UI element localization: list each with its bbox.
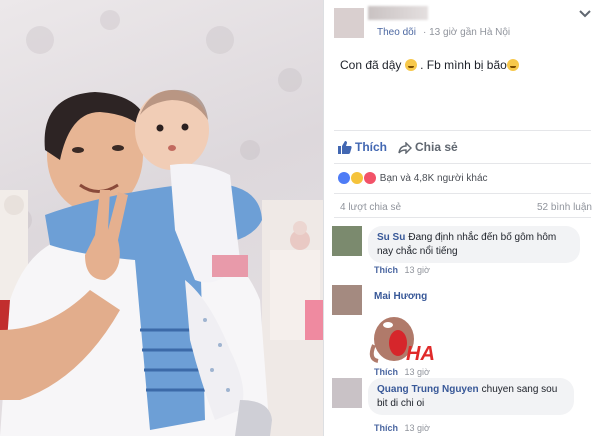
haha-reaction-icon <box>351 172 363 184</box>
share-button[interactable]: Chia sẻ <box>398 140 458 155</box>
comment-time[interactable]: 13 giờ <box>405 265 430 275</box>
reactions-text: Bạn và 4,8K người khác <box>379 173 488 184</box>
laughing-emoji-icon <box>404 59 417 71</box>
thumbs-up-icon <box>338 141 352 154</box>
comment-actions: Thích 13 giờ <box>374 265 430 275</box>
reactions-summary[interactable]: Bạn và 4,8K người khác <box>338 172 488 184</box>
sticker-text: HA <box>406 343 435 365</box>
divider <box>334 130 591 131</box>
love-reaction-icon <box>364 172 376 184</box>
shares-count[interactable]: 4 lượt chia sẻ <box>340 202 401 213</box>
divider <box>334 217 591 218</box>
comment-bubble: Su Su Đang định nhắc đến bố gôm hôm nay c… <box>368 226 580 263</box>
share-arrow-icon <box>398 141 412 155</box>
comments-count[interactable]: 52 bình luận <box>537 202 592 213</box>
comment-item: Quang Trung Nguyen chuyen sang sou bit di… <box>332 378 594 436</box>
photo-illustration <box>0 10 323 436</box>
comment-time[interactable]: 13 giờ <box>405 367 430 377</box>
commenter-avatar[interactable] <box>332 285 362 315</box>
post-text-suffix: . Fb mình bị bão <box>420 58 507 72</box>
commenter-avatar[interactable] <box>332 226 362 256</box>
post-text-main: Con đã dậy <box>340 58 402 72</box>
comment-bubble: Quang Trung Nguyen chuyen sang sou bit di… <box>368 378 574 415</box>
comment-like-link[interactable]: Thích <box>374 367 398 377</box>
comment-item: Mai Hương HA Thích 13 giờ <box>332 285 594 381</box>
commenter-name[interactable]: Su Su <box>377 232 405 243</box>
author-avatar[interactable] <box>334 8 364 38</box>
divider <box>334 193 591 194</box>
comment-like-link[interactable]: Thích <box>374 423 398 433</box>
share-label: Chia sẻ <box>415 140 458 154</box>
sticker-image[interactable]: HA <box>368 309 440 371</box>
commenter-avatar[interactable] <box>332 378 362 408</box>
divider <box>334 163 591 164</box>
post-timestamp-location[interactable]: · 13 giờ gần Hà Nội <box>423 27 510 38</box>
post-header: Theo dõi · 13 giờ gần Hà Nội <box>324 0 600 48</box>
chevron-down-icon[interactable] <box>579 10 591 20</box>
commenter-name[interactable]: Mai Hương <box>374 291 427 302</box>
author-name-redacted[interactable] <box>368 6 428 20</box>
post-photo[interactable] <box>0 0 323 436</box>
comment-item: Su Su Đang định nhắc đến bố gôm hôm nay c… <box>332 226 594 278</box>
post-panel: Theo dõi · 13 giờ gần Hà Nội Con đã dậy … <box>323 0 600 436</box>
like-label: Thích <box>355 140 387 154</box>
comment-like-link[interactable]: Thích <box>374 265 398 275</box>
post-body: Con đã dậy . Fb mình bị bão <box>340 58 519 72</box>
comment-actions: Thích 13 giờ <box>374 367 430 377</box>
comment-time[interactable]: 13 giờ <box>405 423 430 433</box>
comment-actions: Thích 13 giờ <box>374 423 430 433</box>
like-button[interactable]: Thích <box>338 140 387 154</box>
commenter-name[interactable]: Quang Trung Nguyen <box>377 384 479 395</box>
like-reaction-icon <box>338 172 350 184</box>
follow-link[interactable]: Theo dõi <box>377 27 416 38</box>
smile-emoji-icon <box>506 59 519 71</box>
